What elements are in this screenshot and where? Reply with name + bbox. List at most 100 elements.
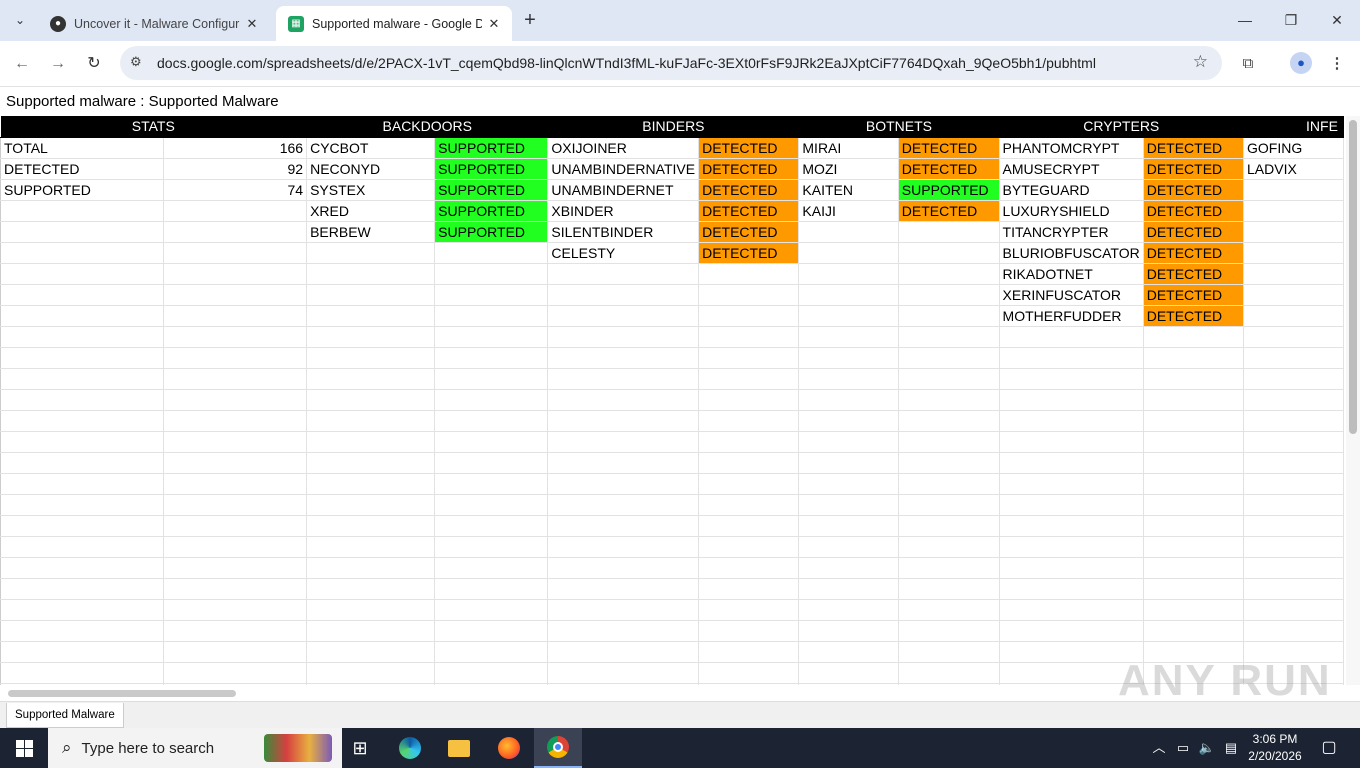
- crypters-name-cell[interactable]: RIKADOTNET: [999, 263, 1144, 285]
- file-explorer-taskbar-button[interactable]: [435, 728, 483, 768]
- cell[interactable]: [798, 389, 899, 411]
- status-badge[interactable]: DETECTED: [898, 158, 1000, 180]
- cell[interactable]: [698, 494, 800, 516]
- close-icon[interactable]: ✕: [482, 16, 506, 32]
- cell[interactable]: [1143, 620, 1245, 642]
- cell[interactable]: [547, 620, 700, 642]
- botnets-name-cell[interactable]: MIRAI: [798, 137, 899, 159]
- cell[interactable]: [163, 284, 308, 306]
- cell[interactable]: [1243, 284, 1344, 306]
- cell[interactable]: [1243, 305, 1344, 327]
- task-view-icon[interactable]: ⊞: [336, 728, 384, 768]
- cell[interactable]: [547, 347, 700, 369]
- cell[interactable]: [434, 347, 549, 369]
- crypters-name-cell[interactable]: BYTEGUARD: [999, 179, 1144, 201]
- cell[interactable]: [434, 284, 549, 306]
- restore-button[interactable]: ❐: [1268, 8, 1314, 32]
- cell[interactable]: [1243, 515, 1344, 537]
- cell[interactable]: [999, 515, 1144, 537]
- binders-name-cell[interactable]: CELESTY: [547, 242, 700, 264]
- cell[interactable]: [163, 200, 308, 222]
- spreadsheet-grid[interactable]: STATS BACKDOORS BINDERS BOTNETS CRYPTERS INFE…: [0, 116, 1344, 685]
- status-badge[interactable]: SUPPORTED: [434, 137, 549, 159]
- cell[interactable]: [999, 368, 1144, 390]
- cell[interactable]: [163, 683, 308, 685]
- cell[interactable]: [163, 368, 308, 390]
- cell[interactable]: [898, 242, 1000, 264]
- cell[interactable]: [547, 578, 700, 600]
- cell[interactable]: [898, 284, 1000, 306]
- close-window-button[interactable]: ✕: [1314, 8, 1360, 32]
- status-badge[interactable]: DETECTED: [698, 179, 800, 201]
- cell[interactable]: [0, 557, 165, 579]
- cell[interactable]: [434, 326, 549, 348]
- cell[interactable]: [0, 284, 165, 306]
- cell[interactable]: [434, 263, 549, 285]
- cell[interactable]: [163, 515, 308, 537]
- cell[interactable]: [898, 263, 1000, 285]
- cell[interactable]: [999, 536, 1144, 558]
- cell[interactable]: [999, 599, 1144, 621]
- cell[interactable]: [698, 389, 800, 411]
- cell[interactable]: [1143, 494, 1245, 516]
- cell[interactable]: [698, 599, 800, 621]
- cell[interactable]: [898, 620, 1000, 642]
- cell[interactable]: [1243, 242, 1344, 264]
- cell[interactable]: [163, 620, 308, 642]
- cell[interactable]: [547, 662, 700, 684]
- cell[interactable]: [163, 557, 308, 579]
- backdoors-name-cell[interactable]: CYCBOT: [306, 137, 436, 159]
- cell[interactable]: [1243, 578, 1344, 600]
- cell[interactable]: [1243, 221, 1344, 243]
- backdoors-name-cell[interactable]: NECONYD: [306, 158, 436, 180]
- status-badge[interactable]: DETECTED: [1143, 158, 1245, 180]
- cell[interactable]: [1143, 515, 1245, 537]
- stat-value[interactable]: 74: [163, 179, 308, 201]
- back-button[interactable]: ←: [9, 51, 35, 77]
- cell[interactable]: [698, 662, 800, 684]
- cell[interactable]: [434, 473, 549, 495]
- cell[interactable]: [898, 305, 1000, 327]
- cell[interactable]: [0, 410, 165, 432]
- cell[interactable]: [0, 368, 165, 390]
- cell[interactable]: [698, 368, 800, 390]
- cell[interactable]: [163, 221, 308, 243]
- new-tab-button[interactable]: +: [518, 9, 542, 33]
- cell[interactable]: [898, 410, 1000, 432]
- cell[interactable]: [163, 347, 308, 369]
- cell[interactable]: [999, 578, 1144, 600]
- cell[interactable]: [0, 221, 165, 243]
- device-icon[interactable]: ▭: [1172, 728, 1194, 768]
- extensions-icon[interactable]: ⧉: [1235, 51, 1261, 77]
- cell[interactable]: [547, 431, 700, 453]
- cell[interactable]: [798, 368, 899, 390]
- crypters-name-cell[interactable]: PHANTOMCRYPT: [999, 137, 1144, 159]
- cell[interactable]: [1243, 536, 1344, 558]
- cell[interactable]: [999, 347, 1144, 369]
- taskbar-clock[interactable]: 3:06 PM 2/20/2026: [1242, 731, 1308, 765]
- status-badge[interactable]: DETECTED: [1143, 242, 1245, 264]
- cell[interactable]: [547, 326, 700, 348]
- cell[interactable]: [898, 515, 1000, 537]
- crypters-name-cell[interactable]: MOTHERFUDDER: [999, 305, 1144, 327]
- cell[interactable]: [163, 389, 308, 411]
- cell[interactable]: [898, 494, 1000, 516]
- cell[interactable]: [434, 368, 549, 390]
- cell[interactable]: [163, 641, 308, 663]
- cell[interactable]: [1143, 599, 1245, 621]
- vertical-scrollbar[interactable]: [1346, 116, 1360, 685]
- reload-button[interactable]: ↻: [81, 51, 107, 77]
- cell[interactable]: [698, 305, 800, 327]
- cell[interactable]: [0, 536, 165, 558]
- cell[interactable]: [434, 431, 549, 453]
- cell[interactable]: [434, 242, 549, 264]
- cell[interactable]: [999, 326, 1144, 348]
- cell[interactable]: [0, 662, 165, 684]
- cell[interactable]: [898, 662, 1000, 684]
- cell[interactable]: [306, 347, 436, 369]
- cell[interactable]: [798, 578, 899, 600]
- cell[interactable]: [798, 242, 899, 264]
- crypters-name-cell[interactable]: LUXURYSHIELD: [999, 200, 1144, 222]
- binders-name-cell[interactable]: UNAMBINDERNATIVE: [547, 158, 700, 180]
- cell[interactable]: [0, 389, 165, 411]
